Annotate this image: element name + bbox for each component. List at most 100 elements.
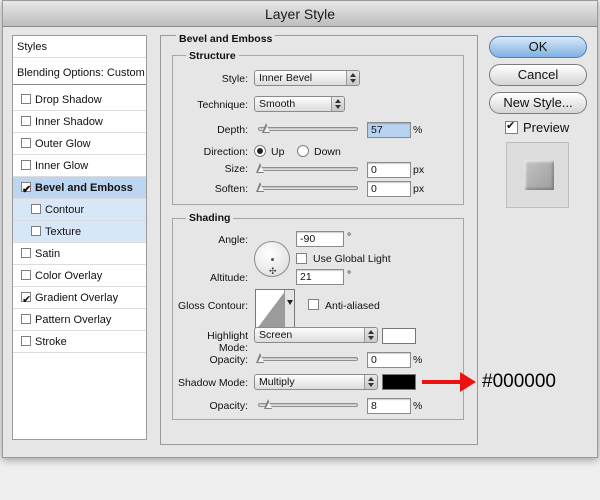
soften-slider[interactable] xyxy=(256,182,358,192)
altitude-label: Altitude: xyxy=(210,272,248,284)
sidebar-item-label: Gradient Overlay xyxy=(35,292,119,304)
shadow-mode-value: Multiply xyxy=(259,376,295,388)
size-label: Size: xyxy=(224,163,248,175)
direction-up-label: Up xyxy=(271,146,285,158)
size-slider-thumb[interactable] xyxy=(256,163,265,173)
checkbox[interactable] xyxy=(21,179,31,201)
chevron-updown-icon xyxy=(364,375,377,389)
direction-down-label: Down xyxy=(314,146,341,158)
chevron-updown-icon xyxy=(364,328,377,342)
altitude-unit: ° xyxy=(347,269,352,281)
style-select[interactable]: Inner Bevel xyxy=(254,70,360,86)
global-light-checkbox[interactable] xyxy=(296,253,307,264)
shadow-mode-label: Shadow Mode: xyxy=(177,377,248,389)
highlight-opacity-thumb[interactable] xyxy=(256,353,265,363)
gloss-contour-picker[interactable] xyxy=(255,289,295,329)
sidebar-item-bevel-and-emboss[interactable]: Bevel and Emboss xyxy=(13,177,146,201)
antialiased-checkbox[interactable] xyxy=(308,299,319,310)
size-slider[interactable] xyxy=(256,163,358,173)
sidebar-item-label: Drop Shadow xyxy=(35,94,102,106)
antialiased-label: Anti-aliased xyxy=(325,300,380,312)
highlight-mode-label: Highlight Mode: xyxy=(207,330,248,354)
direction-label: Direction: xyxy=(203,146,248,158)
sidebar-item-texture[interactable]: Texture xyxy=(13,221,146,243)
technique-value: Smooth xyxy=(259,98,296,110)
soften-unit: px xyxy=(413,183,425,195)
style-value: Inner Bevel xyxy=(259,72,313,84)
checkbox[interactable] xyxy=(21,314,31,324)
sidebar-item-label: Satin xyxy=(35,248,61,260)
sidebar-item-drop-shadow[interactable]: Drop Shadow xyxy=(13,89,146,111)
soften-label: Soften: xyxy=(214,183,248,195)
styles-list: Styles Blending Options: Custom Drop Sha… xyxy=(12,35,147,440)
checkbox[interactable] xyxy=(21,248,31,258)
soften-slider-thumb[interactable] xyxy=(256,182,265,192)
preview-thumbnail xyxy=(506,142,569,208)
checkbox[interactable] xyxy=(21,160,31,170)
sidebar-item-label: Inner Shadow xyxy=(35,116,103,128)
checkbox[interactable] xyxy=(21,138,31,148)
highlight-opacity-slider[interactable] xyxy=(256,353,358,363)
shadow-opacity-thumb[interactable] xyxy=(264,399,273,409)
ok-button[interactable]: OK xyxy=(489,36,587,58)
blending-options[interactable]: Blending Options: Custom xyxy=(13,62,146,85)
highlight-opacity-input[interactable]: 0 xyxy=(367,352,411,368)
technique-label: Technique: xyxy=(197,99,248,111)
direction-up-radio[interactable] xyxy=(254,145,266,157)
shadow-mode-select[interactable]: Multiply xyxy=(254,374,378,390)
checkbox[interactable] xyxy=(21,270,31,280)
checkbox[interactable] xyxy=(21,116,31,126)
sidebar-item-label: Stroke xyxy=(35,336,67,348)
shadow-opacity-unit: % xyxy=(413,400,423,412)
sidebar-item-gradient-overlay[interactable]: Gradient Overlay xyxy=(13,287,146,311)
new-style-button[interactable]: New Style... xyxy=(489,92,587,114)
chevron-down-icon[interactable] xyxy=(284,290,294,328)
annotation-hex-label: #000000 xyxy=(482,371,556,392)
shadow-opacity-input[interactable]: 8 xyxy=(367,398,411,414)
sidebar-item-outer-glow[interactable]: Outer Glow xyxy=(13,133,146,155)
shadow-opacity-slider[interactable] xyxy=(258,399,358,409)
depth-input[interactable]: 57 xyxy=(367,122,411,138)
highlight-mode-value: Screen xyxy=(259,329,293,341)
technique-select[interactable]: Smooth xyxy=(254,96,345,112)
sidebar-item-inner-shadow[interactable]: Inner Shadow xyxy=(13,111,146,133)
sidebar-item-inner-glow[interactable]: Inner Glow xyxy=(13,155,146,177)
sidebar-item-label: Contour xyxy=(45,204,85,216)
preview-swatch xyxy=(524,160,554,190)
direction-down-radio[interactable] xyxy=(297,145,309,157)
shadow-color-swatch[interactable] xyxy=(382,374,416,390)
chevron-updown-icon xyxy=(331,97,344,111)
sidebar-item-label: Color Overlay xyxy=(35,270,103,282)
sidebar-item-satin[interactable]: Satin xyxy=(13,243,146,265)
highlight-mode-select[interactable]: Screen xyxy=(254,327,378,343)
sidebar-item-pattern-overlay[interactable]: Pattern Overlay xyxy=(13,309,146,331)
checkbox[interactable] xyxy=(31,226,41,236)
crosshair-icon: ✣ xyxy=(269,266,277,276)
checkbox[interactable] xyxy=(31,204,41,214)
checkbox[interactable] xyxy=(21,94,31,104)
angle-input[interactable]: -90 xyxy=(296,231,344,247)
altitude-input[interactable]: 21 xyxy=(296,269,344,285)
highlight-opacity-label: Opacity: xyxy=(209,354,248,366)
cancel-button[interactable]: Cancel xyxy=(489,64,587,86)
depth-slider[interactable] xyxy=(258,123,358,133)
sidebar-item-contour[interactable]: Contour xyxy=(13,199,146,221)
sidebar-item-color-overlay[interactable]: Color Overlay xyxy=(13,265,146,287)
annotation-arrow-shaft xyxy=(422,380,464,384)
checkbox[interactable] xyxy=(21,289,31,311)
soften-input[interactable]: 0 xyxy=(367,181,411,197)
styles-header[interactable]: Styles xyxy=(13,36,146,58)
depth-slider-thumb[interactable] xyxy=(262,123,271,133)
angle-dial[interactable]: ✣ xyxy=(254,241,290,277)
preview-checkbox[interactable] xyxy=(505,119,518,134)
style-label: Style: xyxy=(221,73,248,85)
global-light-label: Use Global Light xyxy=(313,253,391,265)
gloss-contour-label: Gloss Contour: xyxy=(177,300,248,312)
size-input[interactable]: 0 xyxy=(367,162,411,178)
highlight-color-swatch[interactable] xyxy=(382,328,416,344)
sidebar-item-stroke[interactable]: Stroke xyxy=(13,331,146,353)
sidebar-item-label: Inner Glow xyxy=(35,160,89,172)
checkbox[interactable] xyxy=(21,336,31,346)
window-title: Layer Style xyxy=(3,1,597,27)
structure-title: Structure xyxy=(186,50,239,62)
